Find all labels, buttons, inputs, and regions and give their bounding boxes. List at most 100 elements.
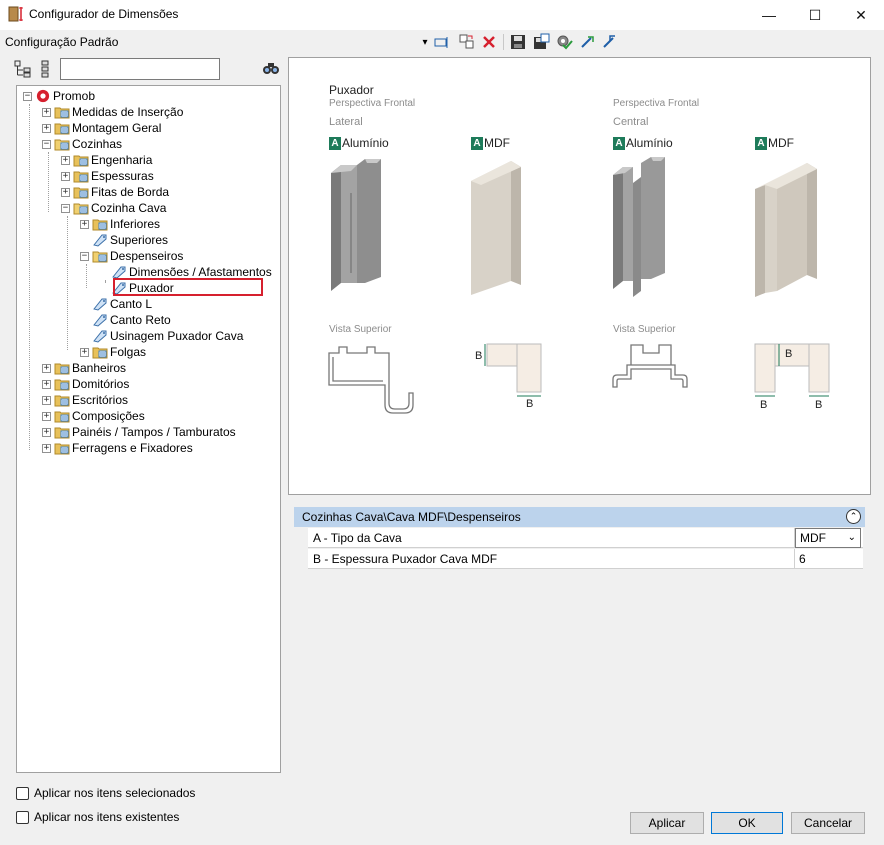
tree-item-label: Cozinhas xyxy=(72,137,123,151)
window-title: Configurador de Dimensões xyxy=(29,7,179,21)
tree-item-label: Banheiros xyxy=(72,361,127,375)
tree-item-label: Fitas de Borda xyxy=(91,185,170,199)
tipo-cava-value: MDF xyxy=(800,530,826,545)
minimize-button[interactable]: — xyxy=(746,0,792,30)
expand-toggle[interactable]: + xyxy=(61,171,70,181)
mdf-lateral-illustration xyxy=(471,161,521,295)
tree-item[interactable]: + Montagem Geral xyxy=(42,120,161,136)
export-icon[interactable] xyxy=(579,33,597,51)
tree-item[interactable]: − Cozinhas xyxy=(42,136,122,152)
folder-open-icon xyxy=(73,203,89,215)
apply-existing-checkbox[interactable] xyxy=(16,810,29,824)
rename-icon[interactable] xyxy=(434,34,450,50)
tree-item-label: Despenseiros xyxy=(110,249,184,263)
collapse-toggle[interactable]: − xyxy=(42,139,51,149)
maximize-button[interactable]: ☐ xyxy=(792,0,838,30)
tree-item[interactable]: + Inferiores xyxy=(80,216,160,232)
maximize-icon: ☐ xyxy=(808,6,822,23)
ok-button[interactable]: OK xyxy=(711,812,783,834)
save-as-icon[interactable] xyxy=(532,33,550,51)
expand-toggle[interactable]: + xyxy=(42,427,51,437)
tree-item[interactable]: Canto Reto xyxy=(80,312,171,328)
apply-button[interactable]: Aplicar xyxy=(630,812,704,834)
folder-open-icon xyxy=(92,251,108,263)
tree-item[interactable]: Canto L xyxy=(80,296,152,312)
close-button[interactable]: ✕ xyxy=(838,0,884,30)
expand-toggle[interactable]: + xyxy=(61,155,70,165)
dim-b-label: B xyxy=(815,399,823,411)
collapse-toggle[interactable]: − xyxy=(80,251,89,261)
tag-icon xyxy=(93,314,107,327)
apply-existing-checkbox-row[interactable]: Aplicar nos itens existentes xyxy=(16,810,179,824)
tree-view[interactable]: − Promob + Medidas de Inserção + Montagem G… xyxy=(16,85,281,773)
import-icon[interactable] xyxy=(601,33,619,51)
property-name: B - Espessura Puxador Cava MDF xyxy=(308,549,795,568)
tree-item-promob[interactable]: − Promob xyxy=(23,88,95,104)
expand-toggle[interactable]: + xyxy=(42,411,51,421)
close-icon: ✕ xyxy=(855,6,867,23)
tree-item[interactable]: Superiores xyxy=(80,232,168,248)
tree-item[interactable]: + Banheiros xyxy=(42,360,126,376)
gear-check-icon[interactable] xyxy=(555,33,573,51)
tree-item-label: Folgas xyxy=(110,345,147,359)
expand-toggle[interactable]: + xyxy=(42,123,51,133)
property-group-header[interactable]: Cozinhas Cava\Cava MDF\Despenseiros ⌃ xyxy=(294,507,865,527)
tree-item[interactable]: + Engenharia xyxy=(61,152,152,168)
tree-item[interactable]: + Espessuras xyxy=(61,168,154,184)
tree-item[interactable]: + Medidas de Inserção xyxy=(42,104,183,120)
minimize-icon: — xyxy=(762,7,776,23)
collapse-toggle[interactable]: − xyxy=(61,203,70,213)
tree-item[interactable]: + Composições xyxy=(42,408,145,424)
expand-toggle[interactable]: + xyxy=(42,443,51,453)
expand-toggle[interactable]: + xyxy=(80,219,89,229)
collapse-toggle[interactable]: − xyxy=(23,91,32,101)
expand-toggle[interactable]: + xyxy=(42,379,51,389)
expand-toggle[interactable]: + xyxy=(42,363,51,373)
collapse-all-icon[interactable] xyxy=(38,60,52,78)
expand-toggle[interactable]: + xyxy=(42,107,51,117)
delete-icon[interactable] xyxy=(481,34,497,50)
property-name: A - Tipo da Cava xyxy=(308,528,795,547)
apply-selected-checkbox-row[interactable]: Aplicar nos itens selecionados xyxy=(16,786,195,800)
folder-icon xyxy=(54,123,70,135)
folder-icon xyxy=(54,379,70,391)
tree-item[interactable]: + Fitas de Borda xyxy=(61,184,169,200)
expand-toggle[interactable]: + xyxy=(80,347,89,357)
tree-item[interactable]: + Folgas xyxy=(80,344,146,360)
expand-all-icon[interactable] xyxy=(14,60,32,78)
tree-item-label: Domitórios xyxy=(72,377,130,391)
top-view-label-left: Vista Superior xyxy=(329,324,392,335)
tree-item-label: Cozinha Cava xyxy=(91,201,167,215)
config-dropdown-button[interactable]: ▾ xyxy=(420,33,430,51)
tipo-cava-select[interactable]: MDF ⌄ xyxy=(795,527,861,548)
tree-item[interactable]: Usinagem Puxador Cava xyxy=(80,328,243,344)
tree-item-label: Ferragens e Fixadores xyxy=(72,441,193,455)
aluminio-lateral-illustration xyxy=(331,159,381,291)
expand-toggle[interactable]: + xyxy=(61,187,70,197)
folder-icon xyxy=(54,411,70,423)
top-view-label-right: Vista Superior xyxy=(613,324,676,335)
save-icon[interactable] xyxy=(510,34,526,50)
tree-item-label: Canto L xyxy=(110,297,153,311)
collapse-group-icon[interactable]: ⌃ xyxy=(846,509,861,524)
tree-item-label: Painéis / Tampos / Tamburatos xyxy=(72,425,236,439)
tree-item[interactable]: − Despenseiros xyxy=(80,248,183,264)
tree-item[interactable]: + Painéis / Tampos / Tamburatos xyxy=(42,424,236,440)
tree-item[interactable]: + Escritórios xyxy=(42,392,128,408)
tree-item-label: Promob xyxy=(53,89,96,103)
espessura-value-field[interactable]: 6 xyxy=(795,549,863,568)
tag-icon xyxy=(93,234,107,247)
copy-config-icon[interactable] xyxy=(458,33,476,51)
tag-icon xyxy=(93,298,107,311)
tree-item[interactable]: − Cozinha Cava xyxy=(61,200,166,216)
apply-selected-checkbox[interactable] xyxy=(16,786,29,800)
search-input[interactable] xyxy=(60,58,220,80)
expand-toggle[interactable]: + xyxy=(42,395,51,405)
cancel-button[interactable]: Cancelar xyxy=(791,812,865,834)
tree-item[interactable]: + Domitórios xyxy=(42,376,129,392)
promob-logo-icon xyxy=(36,89,50,103)
tree-item[interactable]: + Ferragens e Fixadores xyxy=(42,440,193,456)
right-view-label: Perspectiva Frontal xyxy=(613,98,700,109)
search-icon[interactable] xyxy=(262,60,280,76)
tree-item-label: Canto Reto xyxy=(110,313,171,327)
